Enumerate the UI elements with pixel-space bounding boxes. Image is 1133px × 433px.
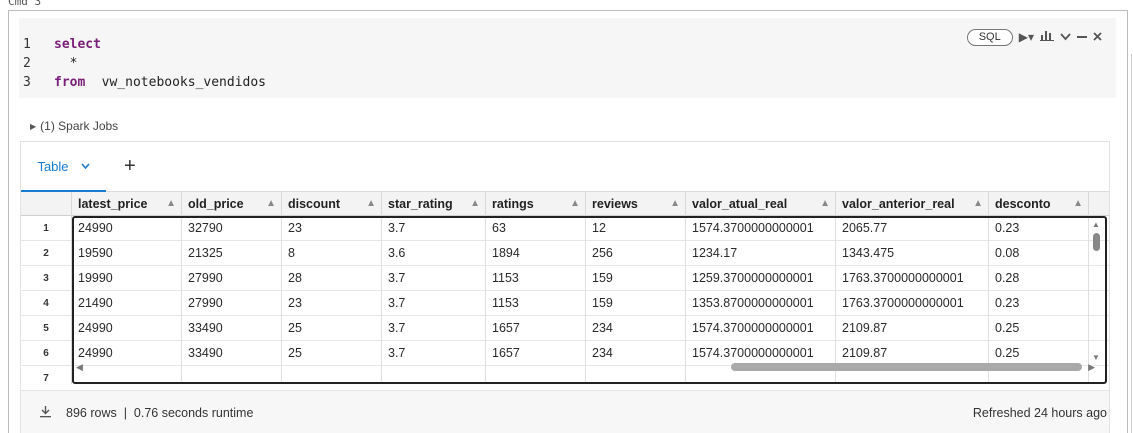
minimize-icon[interactable] — [1077, 29, 1087, 46]
refreshed-status: Refreshed 24 hours ago — [972, 406, 1107, 420]
code-keyword: from — [54, 75, 86, 90]
column-header[interactable]: reviews ▲ — [586, 192, 686, 216]
results-tabs: Table + — [21, 142, 1109, 192]
scroll-left-icon[interactable]: ◀ — [76, 360, 83, 374]
code-text: vw_notebooks_vendidos — [86, 75, 267, 90]
sort-icon[interactable]: ▲ — [820, 192, 830, 216]
bar-chart-icon[interactable] — [1040, 29, 1054, 46]
download-icon[interactable] — [39, 405, 52, 421]
scrollbar-thumb[interactable] — [731, 363, 1082, 371]
cell-toolbar: SQL ▶▾ — [966, 27, 1102, 47]
column-header[interactable]: ratings ▲ — [486, 192, 586, 216]
close-icon[interactable] — [1093, 29, 1102, 46]
sort-icon[interactable]: ▲ — [366, 192, 376, 216]
column-header[interactable]: valor_atual_real ▲ — [686, 192, 836, 216]
row-number: 5 — [21, 316, 72, 341]
column-header[interactable]: desconto ▲ — [989, 192, 1089, 216]
sort-icon[interactable]: ▲ — [570, 192, 580, 216]
column-header[interactable]: discount ▲ — [282, 192, 382, 216]
column-header[interactable]: valor_anterior_real ▲ — [836, 192, 989, 216]
line-number: 1 — [23, 37, 31, 52]
row-count-summary: 896 rows | 0.76 seconds runtime — [66, 406, 254, 420]
column-header[interactable]: latest_price ▲ — [72, 192, 182, 216]
code-editor[interactable]: 1 select 2 * 3 from vw_notebooks_vendido… — [19, 18, 1116, 98]
language-badge[interactable]: SQL — [966, 28, 1013, 46]
row-number: 6 — [21, 341, 72, 366]
column-header[interactable]: star_rating ▲ — [382, 192, 486, 216]
horizontal-scrollbar[interactable]: ◀ ▶ — [74, 360, 1105, 374]
sort-icon[interactable]: ▲ — [1073, 192, 1083, 216]
sort-icon[interactable]: ▲ — [973, 192, 983, 216]
spark-jobs-toggle[interactable]: ▶ (1) Spark Jobs — [30, 119, 118, 133]
tab-table[interactable]: Table — [21, 142, 106, 192]
sort-icon[interactable]: ▲ — [266, 192, 276, 216]
line-number: 2 — [23, 56, 31, 71]
table-header: latest_price ▲ old_price ▲ discount ▲ star_… — [21, 192, 1109, 216]
row-number: 1 — [21, 216, 72, 241]
chevron-down-icon[interactable] — [1060, 29, 1071, 46]
row-number: 3 — [21, 266, 72, 291]
row-number: 2 — [21, 241, 72, 266]
results-table: latest_price ▲ old_price ▲ discount ▲ star_… — [21, 192, 1109, 384]
row-number: 7 — [21, 366, 72, 384]
code-keyword: select — [54, 37, 101, 52]
tab-label: Table — [37, 158, 69, 174]
column-header[interactable]: old_price ▲ — [182, 192, 282, 216]
selection-frame — [72, 216, 1107, 384]
vertical-scrollbar[interactable]: ▲ ▼ — [1090, 218, 1104, 364]
caret-right-icon: ▶ — [30, 121, 37, 131]
sort-icon[interactable]: ▲ — [670, 192, 680, 216]
add-tab-button[interactable]: + — [124, 155, 136, 177]
notebook-cell: 1 select 2 * 3 from vw_notebooks_vendido… — [8, 10, 1128, 433]
chevron-down-icon[interactable] — [80, 161, 90, 172]
scroll-up-icon[interactable]: ▲ — [1092, 220, 1100, 229]
line-number: 3 — [23, 75, 31, 90]
run-icon[interactable]: ▶▾ — [1019, 29, 1034, 46]
results-footer: 896 rows | 0.76 seconds runtime Refreshe… — [21, 390, 1109, 433]
cell-label: Cmd 3 — [8, 0, 42, 8]
row-number-header — [21, 192, 72, 216]
code-text: * — [54, 56, 78, 71]
row-number: 4 — [21, 291, 72, 316]
spark-jobs-label: (1) Spark Jobs — [40, 119, 119, 133]
scrollbar-thumb[interactable] — [1093, 233, 1100, 251]
scroll-right-icon[interactable]: ▶ — [1088, 360, 1095, 374]
sort-icon[interactable]: ▲ — [166, 192, 176, 216]
sort-icon[interactable]: ▲ — [470, 192, 480, 216]
results-panel: Table + latest_price ▲ old_price ▲ discoun… — [20, 141, 1110, 433]
